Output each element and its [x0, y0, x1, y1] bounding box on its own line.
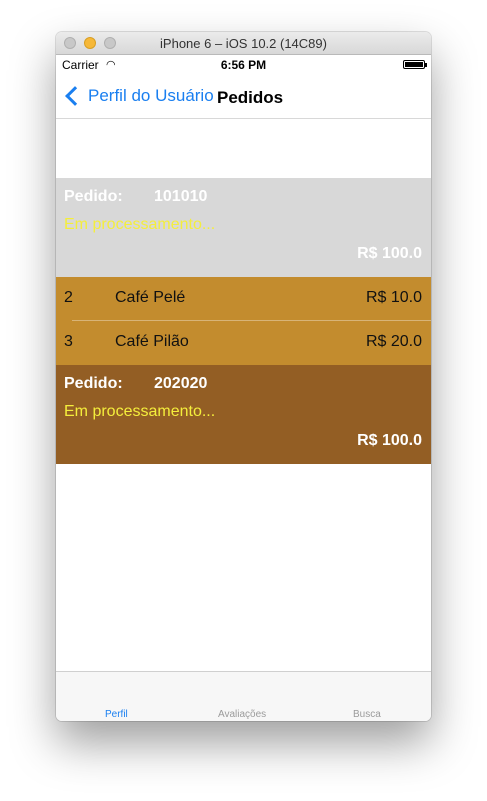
- order-total: R$ 100.0: [357, 432, 422, 449]
- item-price: R$ 10.0: [365, 289, 422, 306]
- order-status: Em processamento...: [64, 216, 216, 233]
- navigation-bar: Perfil do Usuário Pedidos: [56, 76, 431, 119]
- page-title: Pedidos: [217, 88, 284, 107]
- tab-perfil[interactable]: Perfil: [105, 709, 128, 720]
- order-item-row[interactable]: 3 Café Pilão R$ 20.0: [56, 321, 431, 365]
- list-header-space: [56, 119, 431, 178]
- tab-avaliacoes[interactable]: Avaliações: [218, 709, 266, 720]
- order-label: Pedido:: [64, 188, 123, 205]
- order-item-row[interactable]: 2 Café Pelé R$ 10.0: [56, 277, 431, 321]
- tab-bar: Perfil Avaliações Busca: [56, 671, 431, 721]
- window-title: iPhone 6 – iOS 10.2 (14C89): [160, 36, 327, 51]
- item-name: Café Pelé: [115, 289, 186, 306]
- window-titlebar: iPhone 6 – iOS 10.2 (14C89): [56, 32, 431, 55]
- item-name: Café Pilão: [115, 333, 189, 350]
- item-price: R$ 20.0: [365, 333, 422, 350]
- status-bar: Carrier ◠ 6:56 PM: [56, 55, 431, 75]
- status-time: 6:56 PM: [220, 58, 267, 72]
- chevron-left-icon: [65, 86, 85, 106]
- order-header[interactable]: Pedido: 202020 Em processamento... R$ 10…: [56, 365, 431, 464]
- order-label: Pedido:: [64, 375, 123, 392]
- tab-busca[interactable]: Busca: [353, 709, 381, 720]
- order-total: R$ 100.0: [357, 245, 422, 262]
- back-button[interactable]: Perfil do Usuário: [64, 86, 214, 106]
- order-status: Em processamento...: [64, 403, 216, 420]
- item-quantity: 3: [64, 333, 73, 350]
- back-button-label: Perfil do Usuário: [88, 86, 214, 105]
- item-quantity: 2: [64, 289, 73, 306]
- order-header[interactable]: Pedido: 101010 Em processamento... R$ 10…: [56, 178, 431, 277]
- battery-icon: [403, 60, 427, 69]
- order-number: 101010: [154, 188, 208, 205]
- simulator-window: iPhone 6 – iOS 10.2 (14C89) Carrier ◠ 6:…: [56, 32, 431, 721]
- order-number: 202020: [154, 375, 208, 392]
- orders-list: Pedido: 101010 Em processamento... R$ 10…: [56, 119, 431, 464]
